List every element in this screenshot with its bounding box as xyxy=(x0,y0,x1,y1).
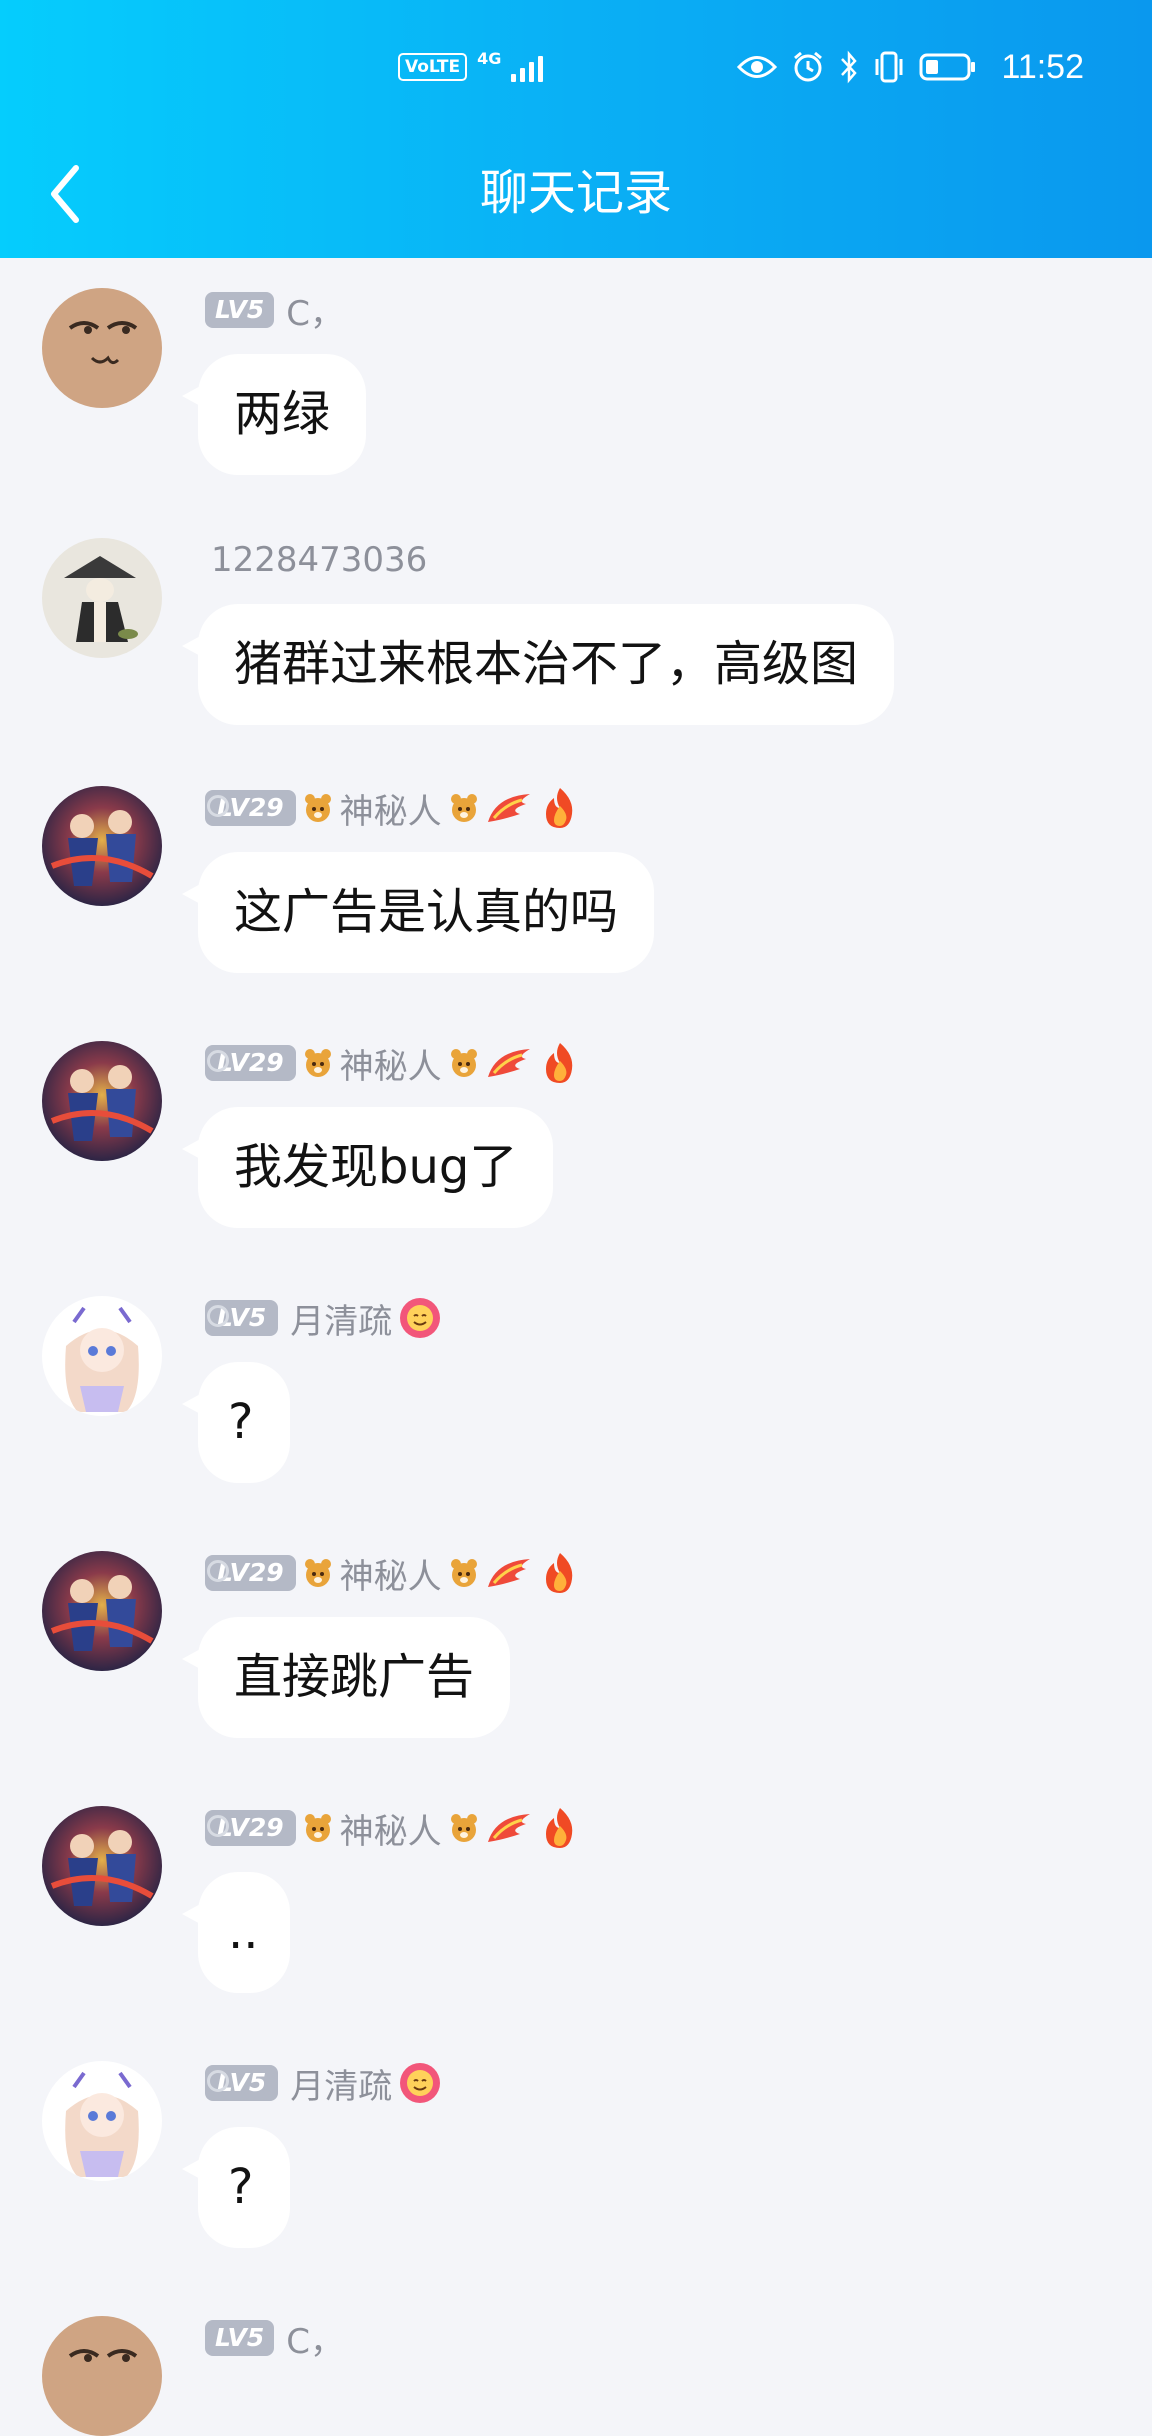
message-bubble[interactable]: ? xyxy=(182,2127,290,2248)
tiger-icon xyxy=(302,1812,334,1844)
sender-name[interactable]: 神秘人 xyxy=(340,784,442,833)
sender-meta: LV5 月清疏 xyxy=(205,1294,442,1343)
anime-avatar[interactable] xyxy=(42,1296,162,1416)
flower-smile-icon xyxy=(398,1296,442,1340)
flower-smile-icon xyxy=(398,2061,442,2105)
wing-icon xyxy=(486,1557,534,1589)
fire-icon xyxy=(540,1041,580,1085)
level-badge: LV29 xyxy=(205,1810,296,1846)
game-avatar[interactable] xyxy=(42,1041,162,1161)
message-bubble[interactable]: .. xyxy=(182,1872,290,1993)
game-avatar[interactable] xyxy=(42,1806,162,1926)
page-title: 聊天记录 xyxy=(479,165,672,221)
level-badge: LV29 xyxy=(205,790,296,826)
tiger-icon xyxy=(302,1047,334,1079)
tiger-icon xyxy=(448,1812,480,1844)
hermit-avatar[interactable] xyxy=(42,538,162,658)
sender-meta: LV5 C， xyxy=(205,2314,344,2363)
alarm-icon xyxy=(794,51,823,82)
level-badge: LV29 xyxy=(205,1045,296,1081)
tiger-icon xyxy=(448,792,480,824)
sender-meta: 1228473036 xyxy=(205,538,427,582)
eye-icon xyxy=(737,56,778,78)
bluetooth-icon xyxy=(841,50,858,84)
sender-meta: LV29 神秘人 xyxy=(205,784,580,833)
message-bubble[interactable]: 直接跳广告 xyxy=(181,1617,511,1738)
clock-time: 11:52 xyxy=(1001,47,1084,86)
wing-icon xyxy=(486,792,534,824)
sender-name[interactable]: 神秘人 xyxy=(340,1039,442,1088)
anime-avatar[interactable] xyxy=(42,2061,162,2181)
fire-icon xyxy=(540,1551,580,1595)
face-avatar[interactable] xyxy=(42,288,162,408)
level-badge: LV5 xyxy=(205,292,275,328)
header-bar: VoLTE 4G 11:52 聊天记录 xyxy=(0,0,1152,258)
sender-meta: LV5 月清疏 xyxy=(205,2059,442,2108)
sender-name[interactable]: 神秘人 xyxy=(340,1804,442,1853)
game-avatar[interactable] xyxy=(42,786,162,906)
fire-icon xyxy=(540,1806,580,1850)
game-avatar[interactable] xyxy=(42,1551,162,1671)
status-icons: 11:52 xyxy=(737,44,1084,90)
sender-meta: LV5 C， xyxy=(205,286,344,335)
fire-icon xyxy=(540,786,580,830)
tiger-icon xyxy=(448,1557,480,1589)
message-bubble[interactable]: ? xyxy=(182,1362,290,1483)
signal-icon xyxy=(511,52,544,82)
battery-icon xyxy=(919,53,976,81)
sender-name[interactable]: C， xyxy=(286,286,344,335)
level-badge: LV5 xyxy=(205,2065,279,2101)
title-bar: 聊天记录 xyxy=(0,132,1152,258)
level-badge: LV5 xyxy=(205,2320,275,2356)
sender-name[interactable]: C， xyxy=(286,2314,344,2363)
tiger-icon xyxy=(302,792,334,824)
sender-meta: LV29 神秘人 xyxy=(205,1549,580,1598)
vibrate-icon xyxy=(875,51,903,83)
level-badge: LV5 xyxy=(205,1300,279,1336)
volte-badge: VoLTE xyxy=(398,53,468,81)
message-bubble[interactable]: 猪群过来根本治不了，高级图 xyxy=(181,604,895,725)
sender-meta: LV29 神秘人 xyxy=(205,1804,580,1853)
message-bubble[interactable]: 两绿 xyxy=(181,354,367,475)
sender-name[interactable]: 神秘人 xyxy=(340,1549,442,1598)
tiger-icon xyxy=(448,1047,480,1079)
wing-icon xyxy=(486,1812,534,1844)
message-bubble[interactable]: 我发现bug了 xyxy=(181,1107,554,1228)
face-avatar[interactable] xyxy=(42,2316,162,2436)
sender-meta: LV29 神秘人 xyxy=(205,1039,580,1088)
sender-name[interactable]: 1228473036 xyxy=(211,540,427,580)
wing-icon xyxy=(486,1047,534,1079)
sender-name[interactable]: 月清疏 xyxy=(290,2059,392,2108)
sender-name[interactable]: 月清疏 xyxy=(290,1294,392,1343)
network-indicators: VoLTE 4G xyxy=(398,49,544,84)
tiger-icon xyxy=(302,1557,334,1589)
network-type: 4G xyxy=(477,49,502,68)
status-bar: VoLTE 4G 11:52 xyxy=(0,0,1152,132)
level-badge: LV29 xyxy=(205,1555,296,1591)
message-bubble[interactable]: 这广告是认真的吗 xyxy=(181,852,655,973)
